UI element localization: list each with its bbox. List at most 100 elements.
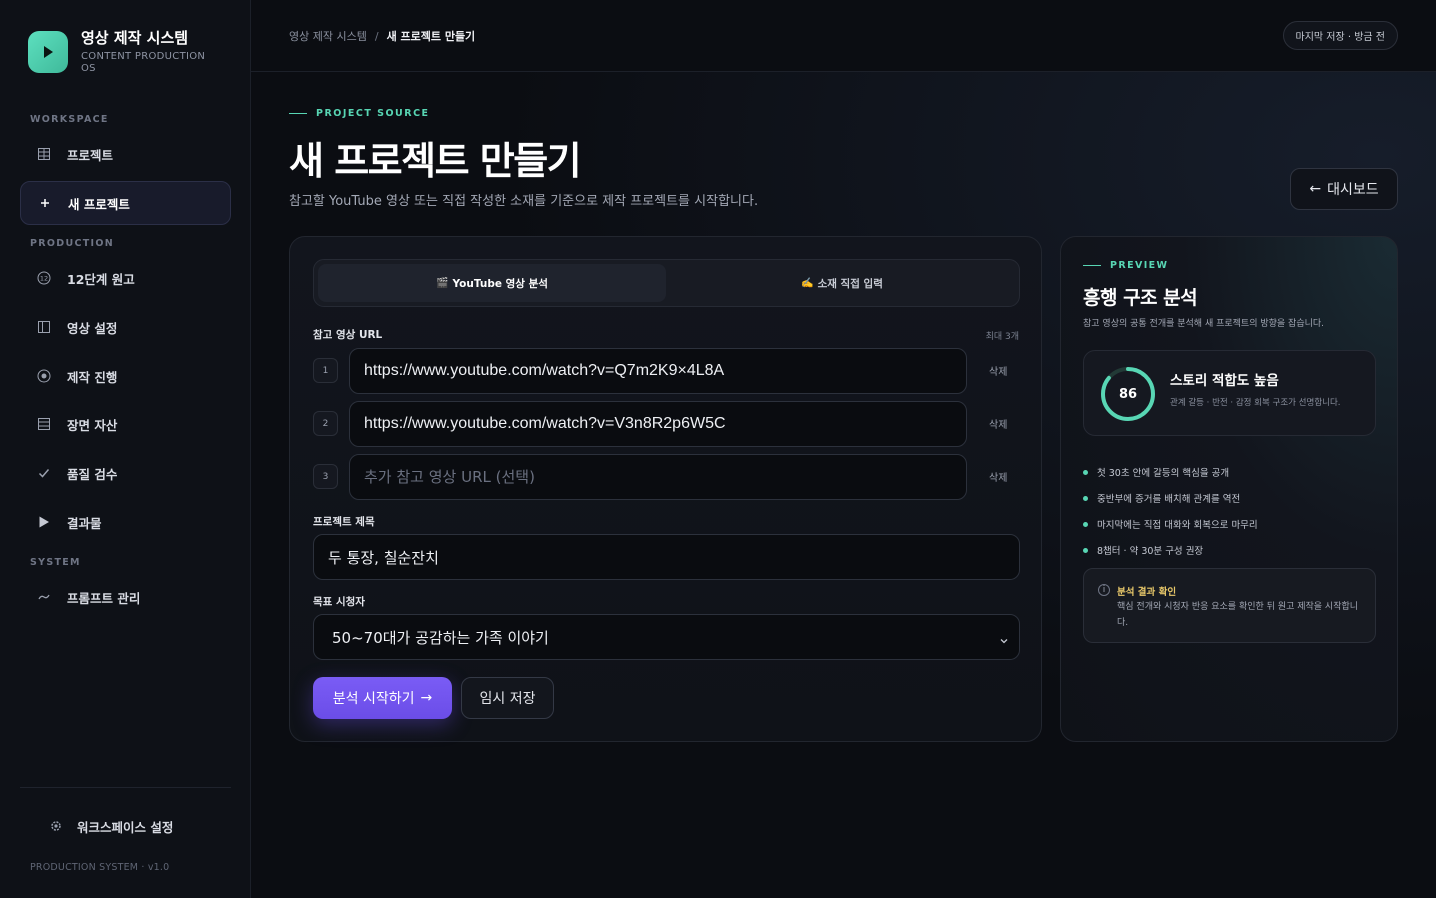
row-number: 2 bbox=[313, 411, 338, 436]
sidebar-item-quality-review[interactable]: 품질 검수 bbox=[20, 451, 231, 495]
back-to-dashboard-button[interactable]: ← 대시보드 bbox=[1290, 168, 1398, 210]
url-input-3[interactable] bbox=[349, 454, 967, 500]
url-row-2: 2 삭제 bbox=[313, 401, 1020, 447]
url-field-label: 참고 영상 URL bbox=[313, 329, 383, 341]
list-item: 8챕터 · 약 30분 구성 권장 bbox=[1083, 537, 1258, 563]
arrow-left-icon: ← bbox=[1309, 181, 1322, 197]
notice-title: 분석 결과 확인 bbox=[1117, 587, 1177, 598]
project-form-card: 🎬 YouTube 영상 분석 ✍️ 소재 직접 입력 참고 영상 URL 최대… bbox=[289, 236, 1042, 742]
breadcrumb-root[interactable]: 영상 제작 시스템 bbox=[289, 28, 367, 44]
sidebar-item-12-step-script[interactable]: 12 12단계 원고 bbox=[20, 256, 231, 300]
page-eyebrow-text: PROJECT SOURCE bbox=[316, 108, 430, 119]
delete-url-button-2[interactable]: 삭제 bbox=[989, 416, 1007, 431]
list-item: 첫 30초 안에 갈등의 핵심을 공개 bbox=[1083, 459, 1258, 485]
project-title-label: 프로젝트 제목 bbox=[313, 516, 375, 528]
columns-icon bbox=[36, 319, 52, 335]
list-icon bbox=[36, 416, 52, 432]
preview-description: 참고 영상의 공통 전개를 분석해 새 프로젝트의 방향을 잡습니다. bbox=[1083, 319, 1325, 329]
sidebar-item-label: 12단계 원고 bbox=[67, 271, 135, 287]
workspace-settings-button[interactable]: 워크스페이스 설정 bbox=[30, 814, 173, 838]
start-analysis-button[interactable]: 분석 시작하기 → bbox=[313, 677, 452, 719]
target-audience-select[interactable]: 50~70대가 공감하는 가족 이야기 bbox=[313, 614, 1020, 660]
sidebar-divider bbox=[20, 787, 231, 788]
bullet-dot bbox=[1083, 547, 1088, 553]
sidebar-item-production-progress[interactable]: 제작 진행 bbox=[20, 354, 231, 398]
url-row-3: 3 삭제 bbox=[313, 454, 1020, 500]
check-icon bbox=[36, 465, 52, 481]
sidebar-item-label: 장면 자산 bbox=[67, 417, 118, 433]
target-icon bbox=[36, 368, 52, 384]
url-input-2[interactable] bbox=[349, 401, 967, 447]
bullet-dot bbox=[1083, 495, 1088, 501]
url-max-count: 최대 3개 bbox=[985, 332, 1019, 342]
url-row-1: 1 삭제 bbox=[313, 348, 1020, 394]
svg-text:12: 12 bbox=[40, 275, 48, 283]
info-icon: i bbox=[1098, 584, 1110, 596]
breadcrumb-current: 새 프로젝트 만들기 bbox=[386, 30, 476, 43]
analysis-notice: i 분석 결과 확인 핵심 전개와 시청자 반응 요소를 확인한 뒤 원고 제작… bbox=[1083, 568, 1376, 643]
notice-text: 핵심 전개와 시청자 반응 요소를 확인한 뒤 원고 제작을 시작합니다. bbox=[1117, 602, 1359, 628]
play-icon bbox=[36, 514, 52, 530]
sidebar-item-prompt-management[interactable]: 프롬프트 관리 bbox=[20, 575, 231, 619]
brand-title: 영상 제작 시스템 bbox=[81, 29, 189, 47]
sidebar-item-video-settings[interactable]: 영상 설정 bbox=[20, 305, 231, 349]
breadcrumb-separator: / bbox=[374, 29, 379, 43]
number-12-icon: 12 bbox=[36, 270, 52, 286]
row-number: 1 bbox=[313, 358, 338, 383]
list-item: 마지막에는 직접 대화와 회복으로 마무리 bbox=[1083, 511, 1258, 537]
sidebar-item-results[interactable]: 결과물 bbox=[20, 500, 231, 544]
eyebrow-line bbox=[1083, 265, 1101, 266]
version-label: PRODUCTION SYSTEM · v1.0 bbox=[30, 862, 170, 873]
brand[interactable]: 영상 제작 시스템 CONTENT PRODUCTION OS bbox=[28, 29, 221, 75]
sidebar-item-projects[interactable]: 프로젝트 bbox=[20, 132, 231, 176]
list-item-text: 마지막에는 직접 대화와 회복으로 마무리 bbox=[1097, 520, 1258, 531]
bullet-dot bbox=[1083, 521, 1088, 527]
delete-url-button-1[interactable]: 삭제 bbox=[989, 363, 1007, 378]
preview-eyebrow: PREVIEW bbox=[1083, 260, 1168, 271]
preview-card: PREVIEW 흥행 구조 분석 참고 영상의 공통 전개를 분석해 새 프로젝… bbox=[1060, 236, 1398, 742]
play-icon bbox=[28, 31, 68, 73]
sidebar-item-label: 제작 진행 bbox=[67, 369, 118, 385]
bullet-dot bbox=[1083, 469, 1088, 475]
breadcrumb: 영상 제작 시스템 / 새 프로젝트 만들기 bbox=[289, 28, 475, 44]
sidebar: 영상 제작 시스템 CONTENT PRODUCTION OS WORKSPAC… bbox=[0, 0, 251, 898]
sidebar-item-label: 품질 검수 bbox=[67, 466, 118, 482]
page-eyebrow: PROJECT SOURCE bbox=[289, 108, 430, 119]
page-description: 참고할 YouTube 영상 또는 직접 작성한 소재를 기준으로 제작 프로젝… bbox=[289, 194, 759, 209]
plus-icon bbox=[37, 195, 53, 211]
target-audience-label: 목표 시청자 bbox=[313, 596, 365, 608]
sidebar-item-scene-assets[interactable]: 장면 자산 bbox=[20, 402, 231, 446]
save-draft-button[interactable]: 임시 저장 bbox=[461, 677, 554, 719]
prompt-icon bbox=[36, 589, 52, 605]
sidebar-item-label: 프로젝트 bbox=[67, 147, 114, 163]
list-item: 중반부에 증거를 배치해 관계를 역전 bbox=[1083, 485, 1258, 511]
list-item-text: 첫 30초 안에 갈등의 핵심을 공개 bbox=[1097, 468, 1230, 479]
save-status-badge: 마지막 저장 · 방금 전 bbox=[1282, 21, 1398, 50]
list-item-text: 8챕터 · 약 30분 구성 권장 bbox=[1097, 546, 1204, 557]
url-input-1[interactable] bbox=[349, 348, 967, 394]
preview-title: 흥행 구조 분석 bbox=[1083, 287, 1198, 309]
tab-label: YouTube 영상 분석 bbox=[452, 277, 548, 290]
tab-label: 소재 직접 입력 bbox=[817, 277, 883, 290]
delete-url-button-3[interactable]: 삭제 bbox=[989, 469, 1007, 484]
clapper-icon: 🎬 bbox=[436, 277, 449, 289]
sidebar-item-new-project[interactable]: 새 프로젝트 bbox=[20, 181, 231, 225]
preview-eyebrow-text: PREVIEW bbox=[1110, 260, 1169, 271]
sidebar-item-label: 영상 설정 bbox=[67, 320, 118, 336]
sidebar-item-label: 프롬프트 관리 bbox=[67, 590, 141, 606]
arrow-right-icon: → bbox=[420, 690, 433, 706]
score-value: 86 bbox=[1118, 386, 1138, 402]
gear-icon bbox=[48, 818, 64, 834]
writing-hand-icon: ✍️ bbox=[801, 277, 814, 289]
page-title: 새 프로젝트 만들기 bbox=[289, 139, 582, 183]
row-number: 3 bbox=[313, 464, 338, 489]
chevron-down-icon bbox=[999, 632, 1009, 650]
project-title-input[interactable] bbox=[313, 534, 1020, 580]
eyebrow-line bbox=[289, 113, 307, 114]
insight-list: 첫 30초 안에 갈등의 핵심을 공개 중반부에 증거를 배치해 관계를 역전 … bbox=[1083, 459, 1258, 563]
tab-direct-input[interactable]: ✍️ 소재 직접 입력 bbox=[668, 264, 1016, 302]
back-button-label: 대시보드 bbox=[1327, 182, 1379, 198]
start-analysis-label: 분석 시작하기 bbox=[332, 691, 415, 707]
section-label-system: SYSTEM bbox=[30, 557, 81, 568]
tab-youtube-analysis[interactable]: 🎬 YouTube 영상 분석 bbox=[318, 264, 666, 302]
